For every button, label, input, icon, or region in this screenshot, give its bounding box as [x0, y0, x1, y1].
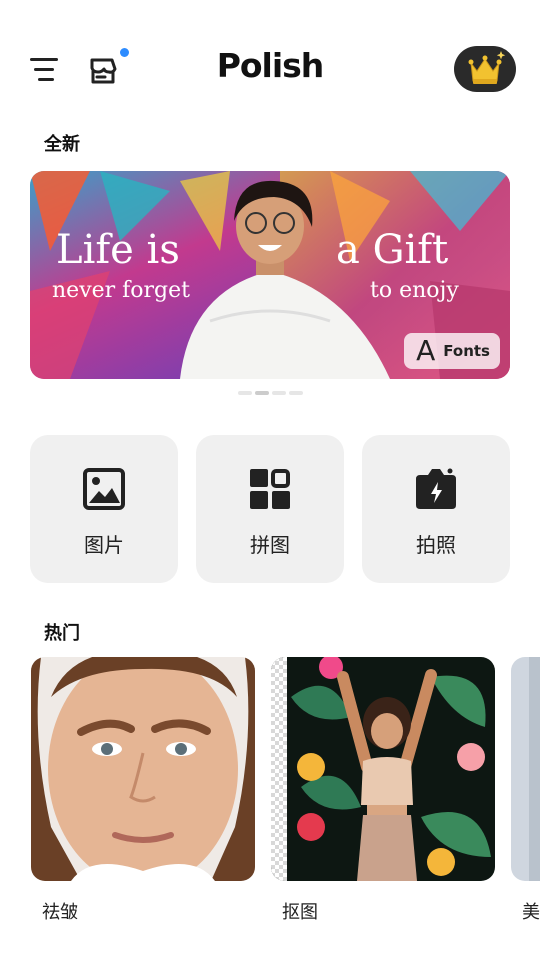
featured-banner[interactable]: Life is a Gift never forget to enojy A F… — [30, 171, 510, 379]
hot-card-beauty-label: 美 — [522, 902, 540, 923]
collage-grid-icon — [250, 469, 290, 509]
banner-subline-left: never forget — [52, 278, 190, 303]
fonts-tag-label: Fonts — [443, 342, 490, 360]
beauty-portrait-image — [511, 657, 540, 881]
banner-headline-right: a Gift — [336, 227, 448, 273]
carousel-indicator — [238, 391, 303, 395]
fonts-glyph-icon: A — [416, 334, 436, 367]
hot-card-wrinkle-label: 祛皱 — [42, 902, 78, 923]
image-icon — [83, 468, 125, 510]
carousel-dot[interactable] — [289, 391, 303, 395]
cutout-floral-image — [271, 657, 495, 881]
carousel-dot-active[interactable] — [255, 391, 269, 395]
tool-collage[interactable]: 拼图 — [196, 435, 344, 583]
hot-card-cutout-label: 抠图 — [282, 902, 318, 923]
banner-subline-right: to enojy — [370, 278, 459, 303]
tool-camera[interactable]: 拍照 — [362, 435, 510, 583]
crown-icon — [468, 51, 506, 84]
carousel-dot[interactable] — [272, 391, 286, 395]
section-title-new: 全新 — [44, 134, 80, 155]
fonts-tag[interactable]: A Fonts — [404, 333, 500, 369]
hot-card-cutout[interactable] — [271, 657, 495, 881]
face-portrait-image — [31, 657, 255, 881]
premium-button[interactable] — [454, 46, 516, 92]
tool-camera-label: 拍照 — [416, 533, 456, 557]
tool-collage-label: 拼图 — [250, 533, 290, 557]
carousel-dot[interactable] — [238, 391, 252, 395]
tool-photo-label: 图片 — [84, 533, 124, 557]
hot-card-beauty[interactable] — [511, 657, 540, 881]
hot-card-wrinkle[interactable] — [31, 657, 255, 881]
banner-headline-left: Life is — [56, 227, 180, 273]
tool-photo[interactable]: 图片 — [30, 435, 178, 583]
camera-flash-icon — [416, 468, 456, 509]
section-title-hot: 热门 — [44, 623, 80, 644]
